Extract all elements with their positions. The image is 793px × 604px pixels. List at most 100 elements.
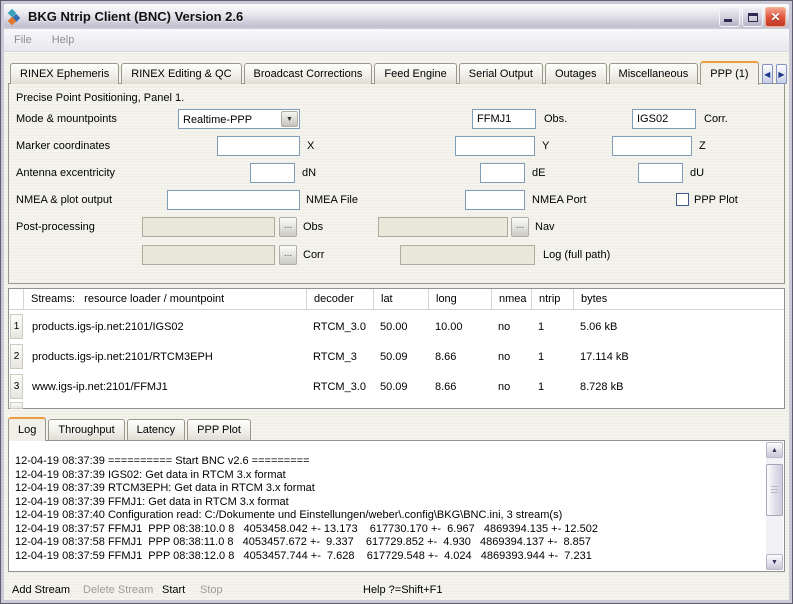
cell-nmea: no: [498, 372, 510, 402]
header-lat[interactable]: lat: [373, 289, 428, 310]
header-nmea[interactable]: nmea: [491, 289, 531, 310]
cell-ntrip: 1: [538, 312, 544, 342]
chevron-down-icon[interactable]: ▼: [281, 111, 298, 127]
tab-latency[interactable]: Latency: [127, 419, 186, 440]
tab-log[interactable]: Log: [8, 417, 46, 441]
obs-mountpoint-input[interactable]: [472, 109, 536, 129]
menu-file[interactable]: File: [14, 34, 32, 46]
maximize-button[interactable]: [742, 7, 763, 27]
scroll-up-icon[interactable]: ▲: [766, 442, 783, 458]
help-shortcut-label: Help ?=Shift+F1: [363, 582, 443, 598]
row-number[interactable]: 2: [10, 344, 23, 369]
corr-label: Corr.: [704, 109, 728, 129]
tab-outages[interactable]: Outages: [545, 63, 607, 84]
stop-button[interactable]: Stop: [200, 582, 223, 598]
corr-file-input: [142, 245, 275, 265]
header-long[interactable]: long: [428, 289, 491, 310]
corr-browse-button[interactable]: ...: [279, 245, 297, 265]
bottom-tab-bar: Log Throughput Latency PPP Plot: [8, 417, 251, 440]
mode-mountpoints-label: Mode & mountpoints: [16, 109, 117, 129]
tab-throughput[interactable]: Throughput: [48, 419, 124, 440]
tab-ppp-plot[interactable]: PPP Plot: [187, 419, 251, 440]
z-coordinate-input[interactable]: [612, 136, 692, 156]
header-bytes[interactable]: bytes: [573, 289, 783, 310]
cell-nmea: no: [498, 312, 510, 342]
corr-file-label: Corr: [303, 245, 324, 265]
cell-decoder: RTCM_3: [313, 342, 357, 372]
nav-browse-button[interactable]: ...: [511, 217, 529, 237]
add-stream-button[interactable]: Add Stream: [12, 582, 70, 598]
cell-ntrip: 1: [538, 372, 544, 402]
stream-row-2[interactable]: 2 products.igs-ip.net:2101/RTCM3EPH RTCM…: [9, 342, 784, 372]
cell-bytes: 5.06 kB: [580, 312, 617, 342]
cell-decoder: RTCM_3.0: [313, 312, 366, 342]
nmea-file-input[interactable]: [167, 190, 300, 210]
marker-coordinates-label: Marker coordinates: [16, 136, 110, 156]
cell-lat: 50.00: [380, 312, 408, 342]
cell-bytes: 8.728 kB: [580, 372, 623, 402]
nmea-port-label: NMEA Port: [532, 190, 586, 210]
cell-nmea: no: [498, 342, 510, 372]
du-input[interactable]: [638, 163, 683, 183]
corr-mountpoint-input[interactable]: [632, 109, 696, 129]
scroll-down-icon[interactable]: ▼: [766, 554, 783, 570]
cell-mountpoint: products.igs-ip.net:2101/RTCM3EPH: [32, 342, 213, 372]
log-path-input: [400, 245, 535, 265]
cell-mountpoint: www.igs-ip.net:2101/FFMJ1: [32, 372, 168, 402]
nmea-port-input[interactable]: [465, 190, 525, 210]
obs-browse-button[interactable]: ...: [279, 217, 297, 237]
start-button[interactable]: Start: [162, 582, 185, 598]
log-output[interactable]: 12-04-19 08:37:39 ========== Start BNC v…: [8, 440, 785, 572]
bnc-window: BKG Ntrip Client (BNC) Version 2.6 ✕ Fil…: [0, 0, 793, 604]
delete-stream-button[interactable]: Delete Stream: [83, 582, 153, 598]
y-coordinate-input[interactable]: [455, 136, 535, 156]
cell-long: 8.66: [435, 372, 456, 402]
x-coordinate-input[interactable]: [217, 136, 300, 156]
ppp-plot-checkbox[interactable]: [676, 193, 689, 206]
header-mountpoint[interactable]: Streams: resource loader / mountpoint: [23, 289, 306, 310]
cell-bytes: 17.114 kB: [580, 342, 629, 372]
minimize-icon: [724, 19, 732, 22]
panel-caption: Precise Point Positioning, Panel 1.: [16, 88, 184, 108]
log-line: 12-04-19 08:37:39 RTCM3EPH: Get data in …: [15, 482, 764, 496]
du-label: dU: [690, 163, 704, 183]
menu-help[interactable]: Help: [52, 34, 75, 46]
stream-row-1[interactable]: 1 products.igs-ip.net:2101/IGS02 RTCM_3.…: [9, 312, 784, 342]
z-label: Z: [699, 136, 706, 156]
header-decoder[interactable]: decoder: [306, 289, 373, 310]
log-line: 12-04-19 08:37:40 Configuration read: C:…: [15, 509, 764, 523]
nav-file-label: Nav: [535, 217, 555, 237]
de-input[interactable]: [480, 163, 525, 183]
close-button[interactable]: ✕: [765, 7, 786, 27]
tab-broadcast-corrections[interactable]: Broadcast Corrections: [244, 63, 373, 84]
ppp-plot-label: PPP Plot: [694, 190, 738, 210]
bnc-app-icon: [7, 9, 23, 25]
dn-input[interactable]: [250, 163, 295, 183]
cell-lat: 50.09: [380, 342, 408, 372]
tab-feed-engine[interactable]: Feed Engine: [374, 63, 456, 84]
mode-combobox[interactable]: Realtime-PPP ▼: [178, 109, 300, 129]
tab-scroll-left-button[interactable]: ◀: [762, 64, 773, 84]
row-number[interactable]: 1: [10, 314, 23, 339]
cell-decoder: RTCM_3.0: [313, 372, 366, 402]
tab-rinex-editing-qc[interactable]: RINEX Editing & QC: [121, 63, 241, 84]
log-line: 12-04-19 08:37:58 FFMJ1 PPP 08:38:11.0 8…: [15, 536, 764, 550]
nav-file-input: [378, 217, 508, 237]
title-bar[interactable]: BKG Ntrip Client (BNC) Version 2.6 ✕: [4, 4, 789, 29]
log-scrollbar[interactable]: ▲ ▼: [766, 442, 783, 570]
tab-rinex-ephemeris[interactable]: RINEX Ephemeris: [10, 63, 119, 84]
tab-ppp-1[interactable]: PPP (1): [700, 61, 758, 85]
y-label: Y: [542, 136, 549, 156]
tab-scroll-right-button[interactable]: ▶: [776, 64, 787, 84]
log-line: 12-04-19 08:37:39 IGS02: Get data in RTC…: [15, 469, 764, 483]
nmea-plot-output-label: NMEA & plot output: [16, 190, 112, 210]
stream-row-3[interactable]: 3 www.igs-ip.net:2101/FFMJ1 RTCM_3.0 50.…: [9, 372, 784, 402]
scrollbar-thumb[interactable]: [766, 464, 783, 516]
tab-serial-output[interactable]: Serial Output: [459, 63, 543, 84]
header-ntrip[interactable]: ntrip: [531, 289, 573, 310]
row-number[interactable]: 3: [10, 374, 23, 399]
streams-table: Streams: resource loader / mountpoint de…: [8, 288, 785, 409]
minimize-button[interactable]: [719, 7, 740, 27]
tab-miscellaneous[interactable]: Miscellaneous: [609, 63, 699, 84]
x-label: X: [307, 136, 314, 156]
